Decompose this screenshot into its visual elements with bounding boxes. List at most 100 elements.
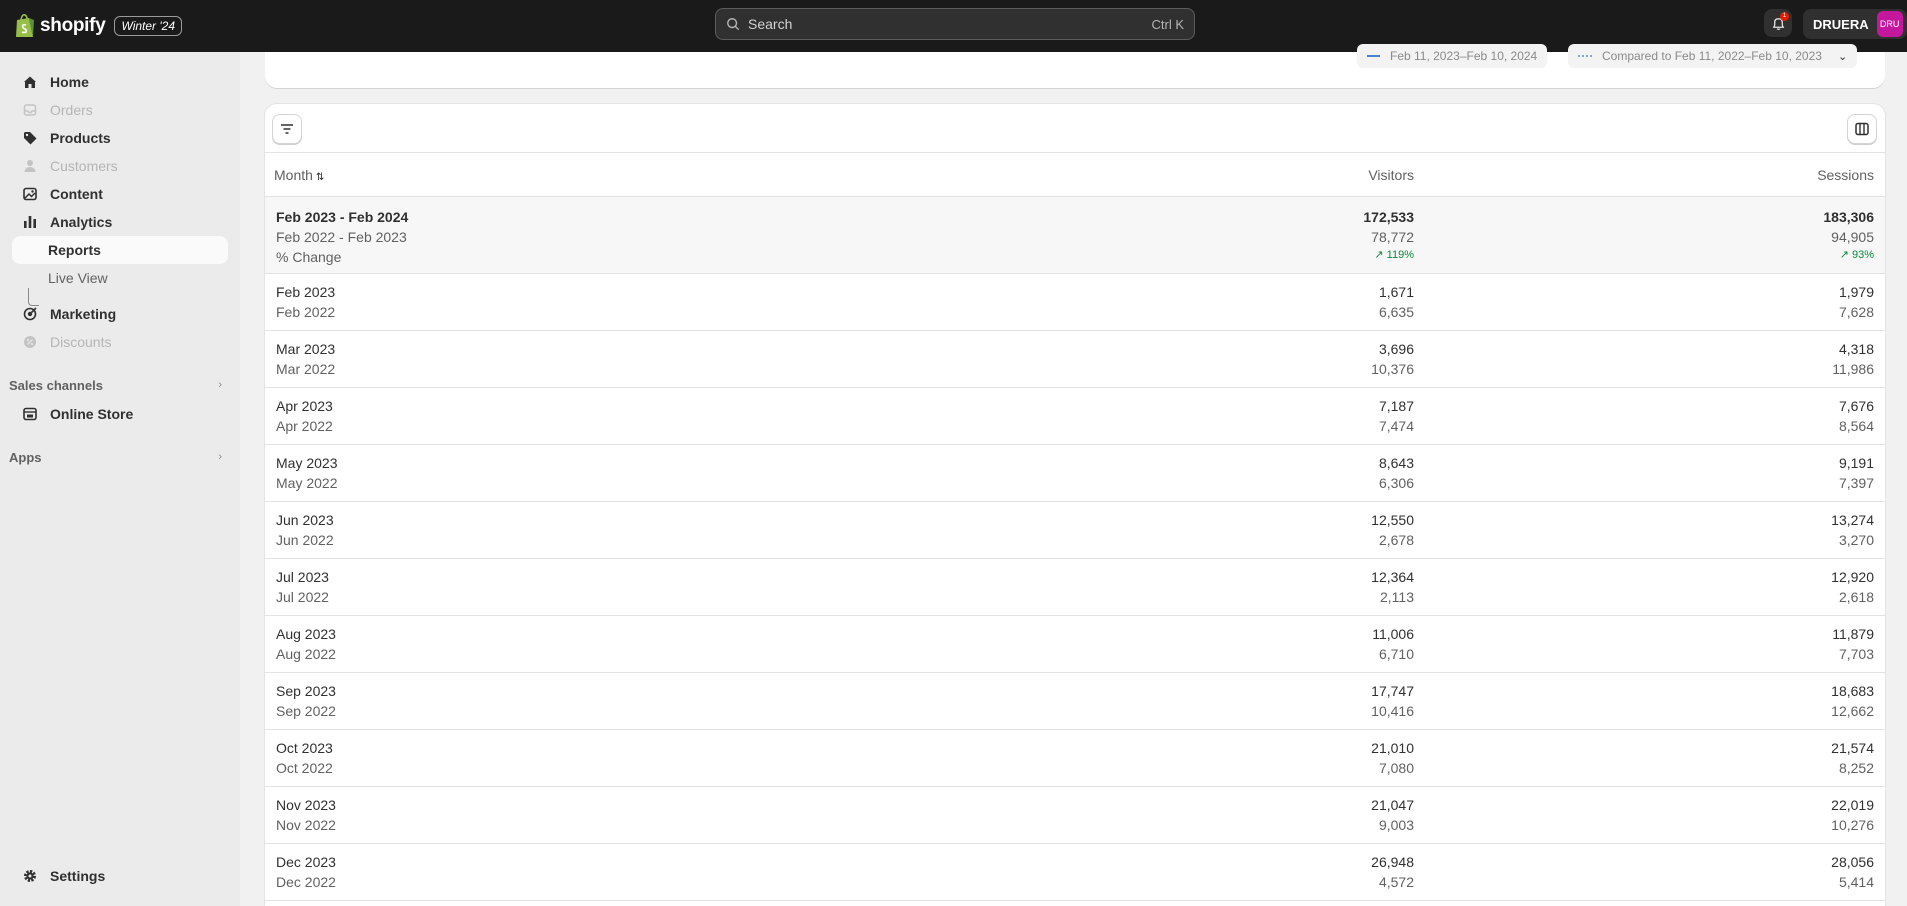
chevron-right-icon: › [218,451,222,463]
trend-up-icon: ↗ [1374,249,1387,261]
sales-channels-label: Sales channels [9,377,103,393]
release-badge[interactable]: Winter '24 [114,16,183,36]
table-row: Apr 2023 Apr 2022 7,187 7,474 7,676 8,564 [265,388,1885,445]
sidebar-item-products[interactable]: Products [12,124,228,152]
row-sessions: 11,879 [1832,626,1874,642]
row-visitors-prev: 7,080 [1378,760,1414,776]
row-sessions-prev: 12,662 [1831,703,1874,719]
row-sessions-prev: 2,618 [1838,589,1874,605]
columns-icon [1855,122,1869,136]
sidebar-item-label: Settings [50,868,106,884]
table-row: Feb 2023 Feb 2022 1,671 6,635 1,979 7,628 [265,274,1885,331]
row-prev-month: Jul 2022 [276,589,329,605]
row-sessions-prev: 7,397 [1838,475,1874,491]
gear-icon [22,868,38,884]
sidebar-item-customers[interactable]: Customers [12,152,228,180]
table-row: Dec 2023 Dec 2022 26,948 4,572 28,056 5,414 [265,844,1885,901]
bar-chart-icon [22,214,38,230]
visitors-column-header[interactable]: Visitors [1368,167,1414,183]
row-sessions: 28,056 [1831,854,1874,870]
sidebar-item-label: Online Store [50,406,134,422]
shopify-wordmark: shopify [40,15,106,36]
sidebar-item-marketing[interactable]: Marketing [12,300,228,328]
row-prev-month: Nov 2022 [276,817,336,833]
sidebar-item-label: Discounts [50,334,112,350]
sales-channels-header[interactable]: Sales channels › [0,373,240,397]
sidebar-item-label: Products [50,130,111,146]
summary-sessions-prev: 94,905 [1831,229,1874,245]
account-menu[interactable]: DRUERA DRU [1803,9,1907,39]
row-visitors-prev: 10,376 [1371,361,1414,377]
sidebar-item-live-view[interactable]: Live View [12,264,228,292]
search-icon [727,18,740,31]
comparison-label: Compared to Feb 11, 2022–Feb 10, 2023 [1602,49,1822,63]
row-visitors-prev: 6,306 [1378,475,1414,491]
row-visitors-prev: 6,635 [1378,304,1414,320]
row-month: Jun 2023 [276,512,334,528]
sidebar-item-label: Home [50,74,89,90]
row-prev-month: Dec 2022 [276,874,336,890]
row-prev-month: Sep 2022 [276,703,336,719]
row-sessions: 18,683 [1831,683,1874,699]
row-prev-month: Apr 2022 [276,418,333,434]
comparison-pill[interactable]: Compared to Feb 11, 2022–Feb 10, 2023 ⌄ [1568,44,1858,68]
comparison-series-swatch [1578,55,1592,57]
table-row: Aug 2023 Aug 2022 11,006 6,710 11,879 7,703 [265,616,1885,673]
columns-button[interactable] [1847,114,1877,144]
sidebar-item-settings[interactable]: Settings [12,862,228,890]
row-prev-month: Aug 2022 [276,646,336,662]
date-range-label: Feb 11, 2023–Feb 10, 2024 [1390,49,1538,63]
row-visitors-prev: 2,678 [1378,532,1414,548]
row-sessions-prev: 8,564 [1838,418,1874,434]
account-name: DRUERA [1813,16,1869,32]
sidebar-item-discounts[interactable]: Discounts [12,328,228,356]
summary-visitors-prev: 78,772 [1371,229,1414,245]
sidebar-item-analytics[interactable]: Analytics [12,208,228,236]
row-sessions-prev: 8,252 [1838,760,1874,776]
row-visitors-prev: 10,416 [1371,703,1414,719]
content-icon [22,186,38,202]
apps-header[interactable]: Apps › [0,445,240,469]
notifications-button[interactable]: 1 [1764,9,1792,37]
filter-icon [281,124,293,134]
row-sessions: 1,979 [1838,284,1874,300]
row-prev-month: Oct 2022 [276,760,333,776]
date-range-pill[interactable]: Feb 11, 2023–Feb 10, 2024 [1357,44,1548,68]
search-bar[interactable]: Search Ctrl K [715,8,1195,40]
sidebar-item-content[interactable]: Content [12,180,228,208]
summary-row: Feb 2023 - Feb 2024 Feb 2022 - Feb 2023 … [265,197,1885,274]
sidebar-item-home[interactable]: Home [12,68,228,96]
row-sessions: 12,920 [1831,569,1874,585]
apps-label: Apps [9,449,42,465]
row-month: Nov 2023 [276,797,336,813]
row-sessions: 21,574 [1831,740,1874,756]
table-row: Sep 2023 Sep 2022 17,747 10,416 18,683 12,662 [265,673,1885,730]
row-sessions: 7,676 [1838,398,1874,414]
summary-visitors-change: ↗ 119% [1374,249,1414,261]
row-visitors-prev: 4,572 [1378,874,1414,890]
row-month: Oct 2023 [276,740,333,756]
sessions-column-header[interactable]: Sessions [1817,167,1874,183]
row-visitors-prev: 6,710 [1378,646,1414,662]
row-sessions-prev: 7,628 [1838,304,1874,320]
table-row: Mar 2023 Mar 2022 3,696 10,376 4,318 11,986 [265,331,1885,388]
filter-button[interactable] [272,114,302,144]
table-row: Oct 2023 Oct 2022 21,010 7,080 21,574 8,252 [265,730,1885,787]
home-icon [22,74,38,90]
row-prev-month: Feb 2022 [276,304,336,320]
sidebar-item-orders[interactable]: Orders [12,96,228,124]
search-shortcut: Ctrl K [1151,16,1185,32]
sidebar-item-label: Orders [50,102,93,118]
row-visitors: 7,187 [1378,398,1414,414]
sidebar-item-online-store[interactable]: Online Store [12,400,228,428]
row-month: Sep 2023 [276,683,336,699]
sidebar-item-reports[interactable]: Reports [12,236,228,264]
table-row: Nov 2023 Nov 2022 21,047 9,003 22,019 10,276 [265,787,1885,844]
row-visitors: 8,643 [1378,455,1414,471]
sort-icon: ⇅ [315,172,325,183]
shopify-logo[interactable]: shopify Winter '24 [14,13,183,39]
table-row: Jun 2023 Jun 2022 12,550 2,678 13,274 3,270 [265,502,1885,559]
notification-count-badge: 1 [1780,12,1789,21]
row-sessions-prev: 7,703 [1838,646,1874,662]
month-column-header[interactable]: Month ⇅ [274,167,324,183]
